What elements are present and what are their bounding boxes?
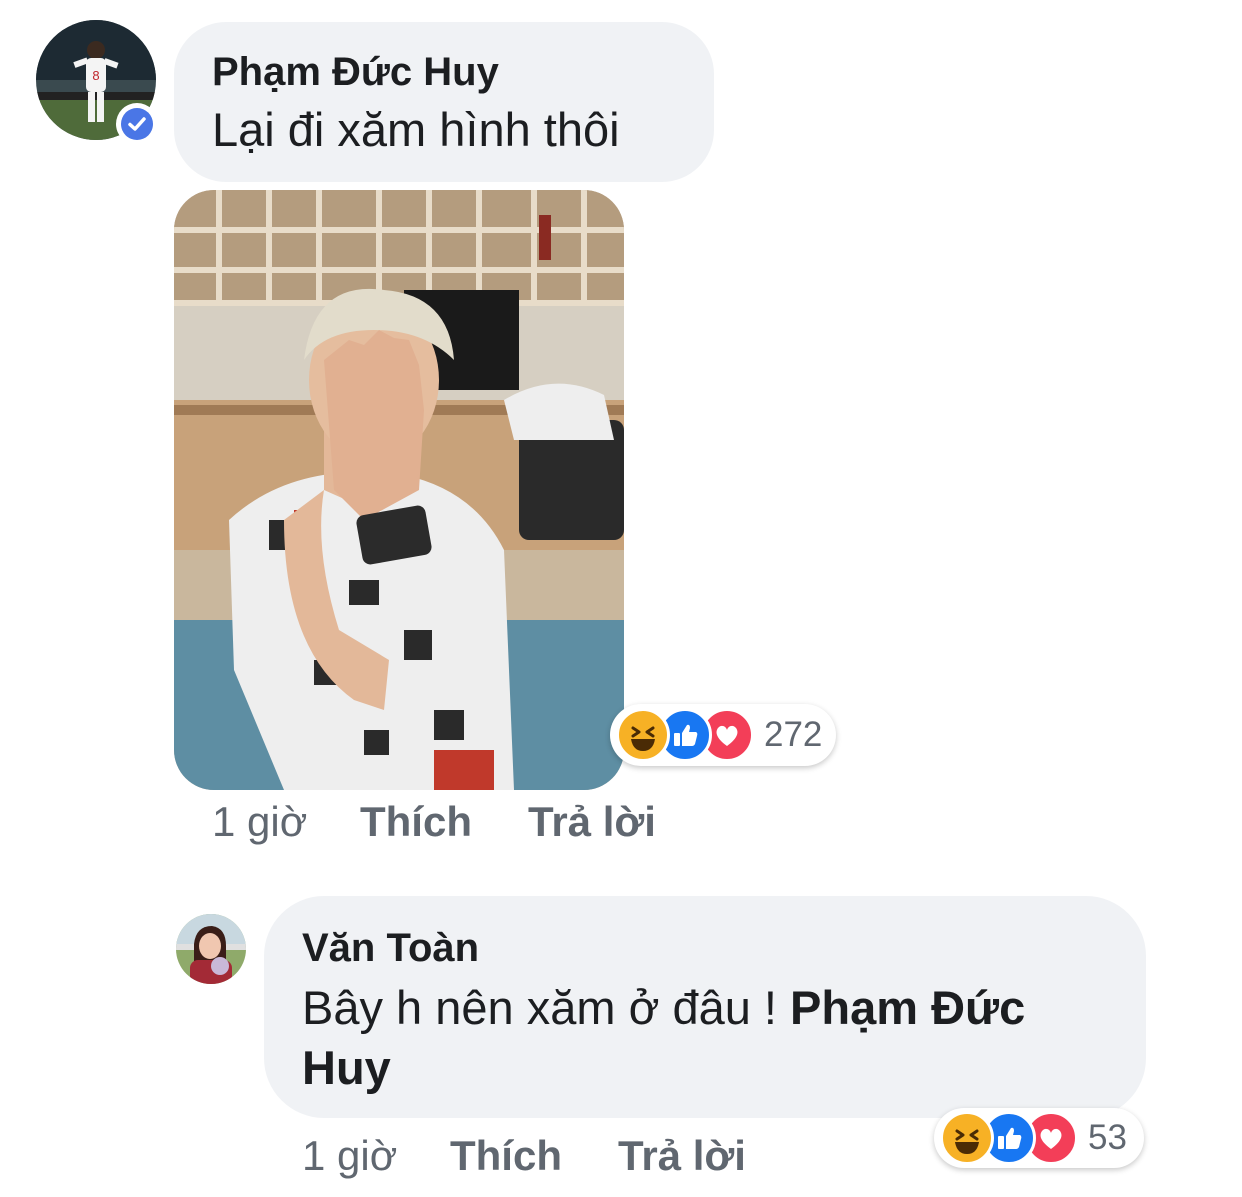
mention-link-part-2[interactable]: Huy [302, 1041, 391, 1094]
comment-text: Lại đi xăm hình thôi [212, 103, 620, 156]
mention-link-part-1[interactable]: Phạm Đức [790, 981, 1025, 1034]
reply-timestamp[interactable]: 1 giờ [302, 1132, 397, 1180]
comment-bubble: Phạm Đức Huy Lại đi xăm hình thôi [174, 22, 714, 182]
comment-like-button[interactable]: Thích [360, 798, 472, 846]
comment-timestamp[interactable]: 1 giờ [212, 798, 307, 846]
photo-image [174, 190, 624, 790]
haha-icon [940, 1111, 994, 1165]
comment-author-name[interactable]: Phạm Đức Huy [212, 50, 499, 95]
reply-like-button[interactable]: Thích [450, 1132, 562, 1180]
comment-reaction-count: 272 [764, 715, 823, 754]
svg-text:8: 8 [92, 68, 99, 83]
reply-text: Bây h nên xăm ở đâu ! Phạm Đức Huy [302, 978, 1122, 1098]
avatar-photo [176, 914, 246, 984]
haha-icon [616, 708, 670, 762]
reply-author-avatar[interactable] [176, 914, 246, 984]
comment-reactions[interactable]: 272 [610, 704, 836, 766]
comment-reply-button[interactable]: Trả lời [528, 798, 656, 846]
reply-reactions[interactable]: 53 [934, 1108, 1144, 1168]
comment-photo[interactable] [174, 190, 624, 790]
reply-bubble: Văn Toàn Bây h nên xăm ở đâu ! Phạm Đức … [264, 896, 1146, 1118]
reply-reaction-count: 53 [1088, 1118, 1127, 1157]
reply-author-name[interactable]: Văn Toàn [302, 926, 479, 971]
verified-badge-icon [116, 103, 158, 145]
reply-text-body: Bây h nên xăm ở đâu ! [302, 981, 791, 1034]
reply-reply-button[interactable]: Trả lời [618, 1132, 746, 1180]
